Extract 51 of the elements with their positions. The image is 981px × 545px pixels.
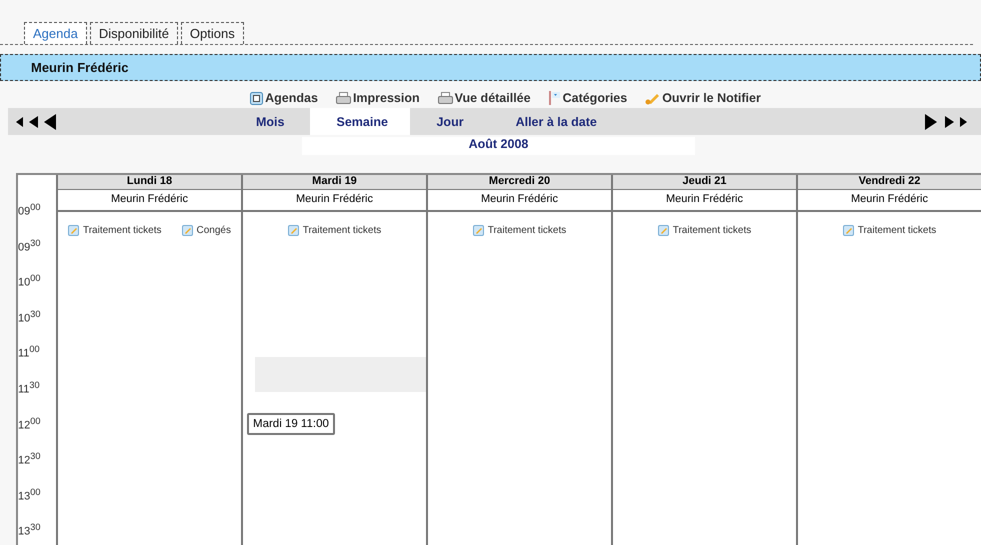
view-tab[interactable]: Jour <box>410 108 490 135</box>
day-header: Mercredi 20 <box>428 175 611 190</box>
tab[interactable]: Agenda <box>24 22 87 44</box>
view-tab[interactable]: Semaine <box>310 108 410 135</box>
note-icon <box>842 225 854 236</box>
event-link[interactable]: Traitement tickets <box>472 225 566 236</box>
tooltip: Mardi 19 11:00 <box>247 413 335 435</box>
note-icon <box>182 225 193 236</box>
person-header: Meurin Frédéric <box>58 190 241 212</box>
calendar-icon <box>250 92 264 104</box>
day-header: Jeudi 21 <box>613 175 796 190</box>
event-link[interactable]: Congés <box>182 225 231 236</box>
printer-icon <box>438 92 453 104</box>
toolbar-link[interactable]: Catégories <box>548 91 628 105</box>
time-label: 13$^{30}$ <box>18 522 42 540</box>
note-icon <box>288 225 299 236</box>
event-link[interactable]: Traitement tickets <box>288 225 382 236</box>
toolbar-link[interactable]: Vue détaillée <box>438 91 531 105</box>
time-label: 10$^{00}$ <box>18 273 42 291</box>
period-title: Août 2008 <box>302 137 695 155</box>
note-icon <box>658 225 669 236</box>
time-label: 11$^{00}$ <box>18 344 41 362</box>
user-name: Meurin Frédéric <box>31 60 129 75</box>
tab[interactable]: Options <box>180 22 244 44</box>
day-header: Lundi 18 <box>58 175 241 190</box>
time-label: 09$^{00}$ <box>18 202 42 220</box>
person-header: Meurin Frédéric <box>798 190 981 212</box>
printer-icon <box>336 92 351 104</box>
day-header: Mardi 19 <box>243 175 426 190</box>
toolbar-link[interactable]: Agendas <box>250 91 318 105</box>
time-label: 12$^{00}$ <box>18 416 42 434</box>
note-icon <box>472 225 484 236</box>
time-label: 10$^{30}$ <box>18 308 42 326</box>
event-link[interactable]: Traitement tickets <box>842 225 936 236</box>
toolbar-link[interactable]: Ouvrir le Notifier <box>645 91 761 105</box>
time-label: 13$^{00}$ <box>18 486 42 504</box>
day-header: Vendredi 22 <box>798 175 981 190</box>
event-link[interactable]: Traitement tickets <box>68 225 162 236</box>
person-header: Meurin Frédéric <box>243 190 426 212</box>
person-header: Meurin Frédéric <box>428 190 611 212</box>
view-tab[interactable]: Mois <box>230 108 310 135</box>
time-label: 09$^{30}$ <box>18 238 42 256</box>
time-label: 11$^{30}$ <box>18 380 41 398</box>
toolbar-link[interactable]: Impression <box>336 91 420 105</box>
tab[interactable]: Disponibilité <box>90 22 178 44</box>
time-label: 12$^{30}$ <box>18 451 42 469</box>
flag-icon <box>548 91 561 105</box>
note-icon <box>68 225 79 236</box>
view-tab[interactable]: Aller à la date <box>490 108 623 135</box>
person-header: Meurin Frédéric <box>613 190 796 212</box>
event-link[interactable]: Traitement tickets <box>658 225 752 236</box>
